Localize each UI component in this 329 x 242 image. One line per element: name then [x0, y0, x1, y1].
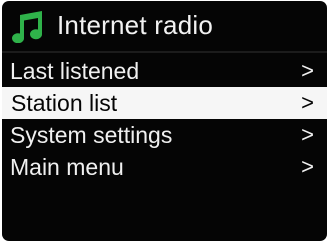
- menu-item-station-list[interactable]: Station list >: [2, 87, 327, 119]
- chevron-right-icon: >: [301, 90, 314, 115]
- header: Internet radio: [2, 1, 327, 49]
- menu-item-label: Last listened: [10, 58, 140, 84]
- menu-item-label: Main menu: [10, 154, 124, 180]
- radio-display: Internet radio Last listened > Station l…: [2, 1, 327, 241]
- music-note-icon: [12, 11, 43, 43]
- chevron-right-icon: >: [301, 122, 314, 147]
- chevron-right-icon: >: [301, 58, 314, 83]
- header-divider: [2, 51, 327, 53]
- chevron-right-icon: >: [301, 154, 314, 179]
- page-title: Internet radio: [57, 10, 214, 40]
- menu-item-label: Station list: [11, 90, 118, 116]
- menu-item-main-menu[interactable]: Main menu >: [2, 151, 327, 183]
- menu-item-system-settings[interactable]: System settings >: [2, 119, 327, 151]
- menu-list: Last listened > Station list > System se…: [2, 55, 327, 183]
- menu-item-last-listened[interactable]: Last listened >: [2, 55, 327, 87]
- menu-item-label: System settings: [10, 122, 173, 148]
